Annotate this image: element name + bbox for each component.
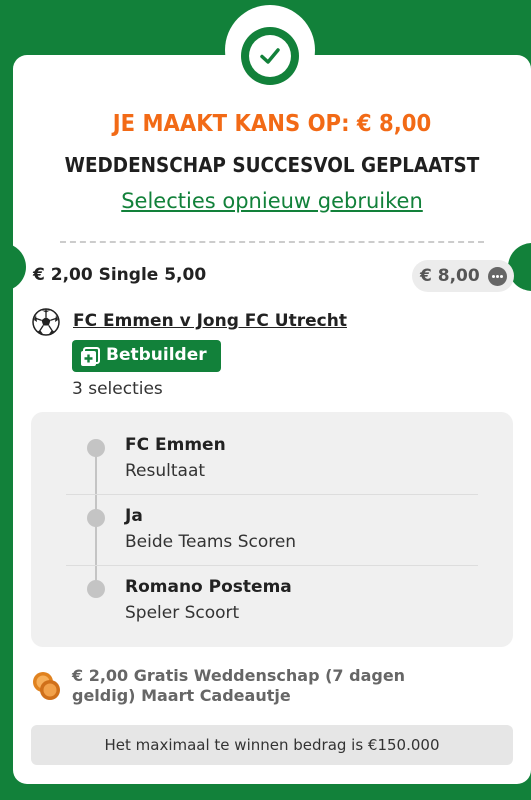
betbuilder-badge: Betbuilder — [72, 340, 221, 372]
selection-market: Beide Teams Scoren — [125, 532, 297, 552]
reuse-selections-link[interactable]: Selecties opnieuw gebruiken — [13, 189, 531, 213]
success-badge — [241, 27, 299, 85]
selection-market: Resultaat — [125, 461, 206, 481]
check-icon — [260, 48, 280, 64]
dashed-divider — [60, 241, 484, 243]
selection-dot — [87, 439, 105, 457]
selection-dot — [87, 509, 105, 527]
more-dots-icon[interactable] — [488, 267, 507, 286]
bet-placed-title: WEDDENSCHAP SUCCESVOL GEPLAATST — [64, 153, 480, 177]
selection-market: Speler Scoort — [125, 603, 240, 623]
max-payout-notice: Het maximaal te winnen bedrag is €150.00… — [31, 725, 513, 765]
selection-dot — [87, 580, 105, 598]
selection-count: 3 selecties — [72, 379, 163, 399]
stake-summary: € 2,00 Single 5,00 — [33, 265, 207, 285]
coins-icon — [33, 672, 60, 700]
potential-return-pill[interactable]: € 8,00 — [412, 260, 514, 292]
ticket-notch-left — [13, 243, 26, 291]
free-bet-info: € 2,00 Gratis Weddenschap (7 dagen geldi… — [72, 666, 406, 705]
potential-return-value: € 8,00 — [420, 266, 480, 286]
selection-name: Ja — [125, 506, 143, 526]
selection-divider — [66, 565, 478, 566]
betbuilder-plus-icon — [81, 347, 100, 366]
betbuilder-label: Betbuilder — [106, 345, 207, 365]
event-title-link[interactable]: FC Emmen v Jong FC Utrecht — [73, 311, 347, 331]
selection-divider — [66, 494, 478, 495]
potential-win-headline: JE MAAKT KANS OP: € 8,00 — [112, 111, 432, 137]
selection-name: Romano Postema — [125, 577, 292, 597]
selection-name: FC Emmen — [125, 435, 226, 455]
bet-confirmation-card: JE MAAKT KANS OP: € 8,00 WEDDENSCHAP SUC… — [13, 55, 531, 784]
soccer-ball-icon — [32, 308, 60, 336]
